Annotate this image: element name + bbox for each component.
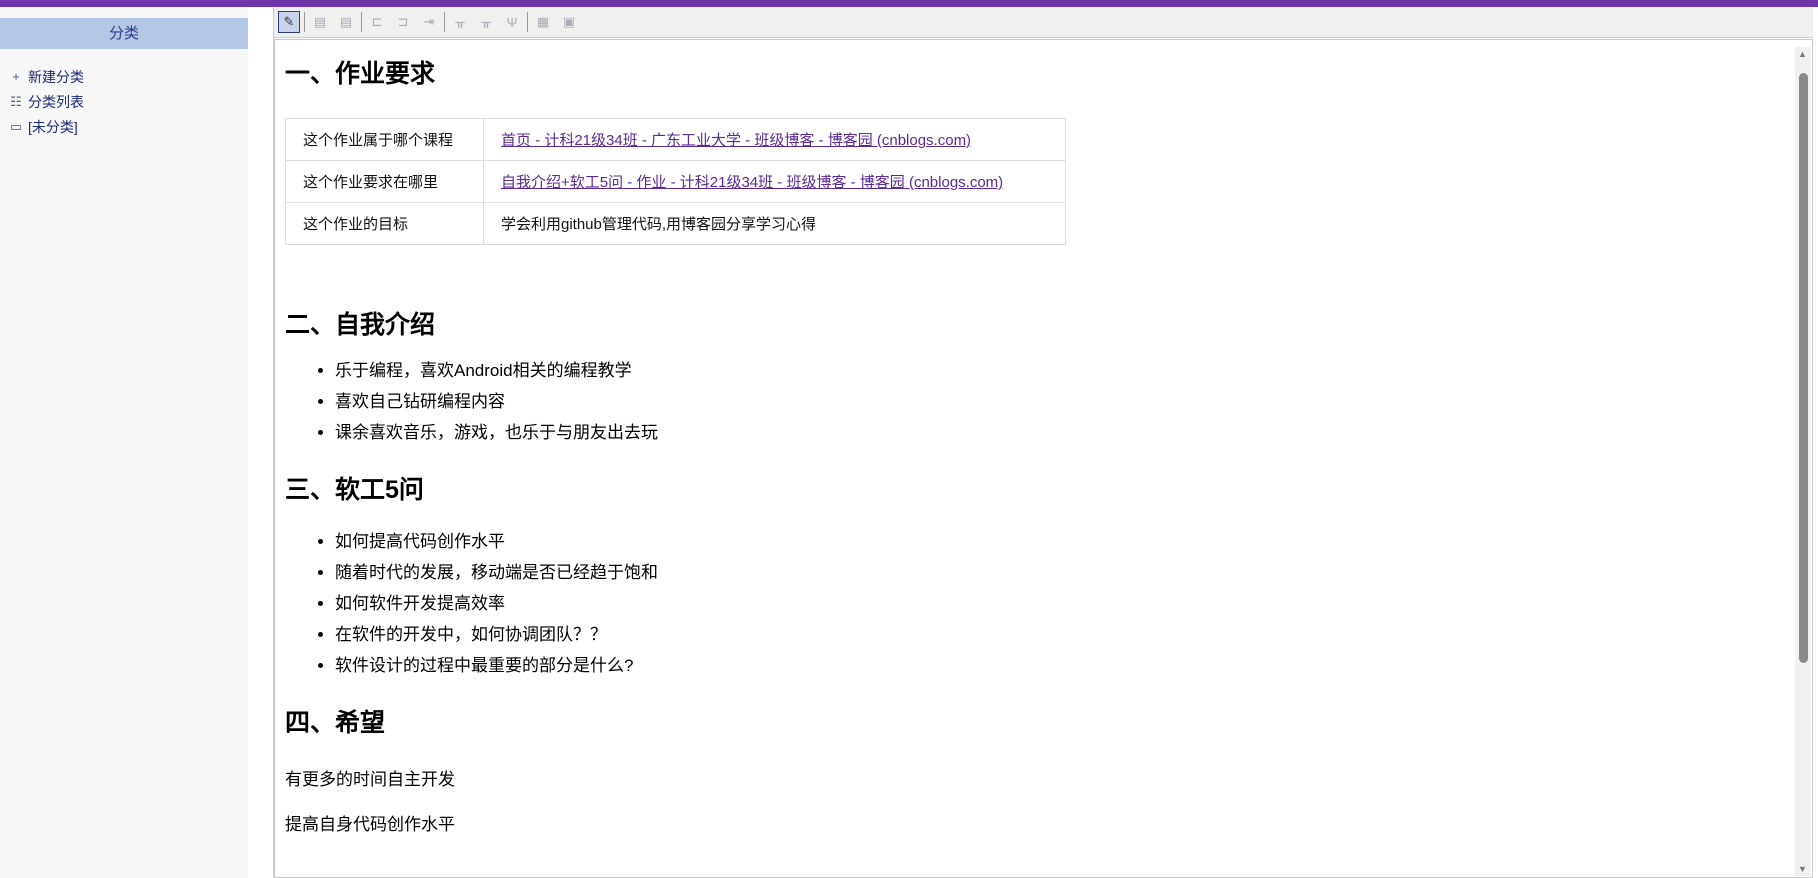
table-row: 这个作业的目标 学会利用github管理代码,用博客园分享学习心得 bbox=[285, 202, 1066, 245]
edit-table-icon[interactable]: ✎ bbox=[278, 11, 300, 33]
questions-list: 如何提高代码创作水平 随着时代的发展，移动端是否已经趋于饱和 如何软件开发提高效… bbox=[335, 526, 1802, 681]
label: 分类列表 bbox=[28, 93, 84, 110]
course-link[interactable]: 首页 - 计科21级34班 - 广东工业大学 - 班级博客 - 博客园 (cnb… bbox=[501, 132, 971, 149]
plus-icon: + bbox=[12, 69, 20, 84]
insert-col-left-icon[interactable]: ⊏ bbox=[366, 11, 388, 33]
paragraph: 有更多的时间自主开发 bbox=[285, 770, 455, 789]
assignment-link[interactable]: 自我介绍+软工5问 - 作业 - 计科21级34班 - 班级博客 - 博客园 (… bbox=[501, 174, 1003, 191]
list-item: 课余喜欢音乐，游戏，也乐于与朋友出去玩 bbox=[335, 417, 1802, 448]
sidebar: 分类 + 新建分类 ☷ 分类列表 ▭ [未分类] bbox=[0, 7, 248, 878]
uncategorized-link[interactable]: ▭ [未分类] bbox=[8, 114, 248, 139]
list-item: 喜欢自己钻研编程内容 bbox=[335, 386, 1802, 417]
separator bbox=[444, 12, 445, 32]
merge-cell-icon[interactable]: Ψ bbox=[501, 11, 523, 33]
paragraph: 提高自身代码创作水平 bbox=[285, 815, 455, 834]
row-above-icon[interactable]: ▤ bbox=[309, 11, 331, 33]
vertical-scrollbar[interactable]: ▲ ▼ bbox=[1795, 47, 1811, 876]
list-item: 在软件的开发中，如何协调团队？？ bbox=[335, 619, 1802, 650]
heading-requirements: 一、作业要求 bbox=[285, 60, 436, 88]
table-props-icon[interactable]: ▦ bbox=[532, 11, 554, 33]
cell-label: 这个作业属于哪个课程 bbox=[285, 118, 484, 161]
list-item: 如何软件开发提高效率 bbox=[335, 588, 1802, 619]
scrollbar-thumb[interactable] bbox=[1799, 73, 1808, 663]
heading-hopes: 四、希望 bbox=[285, 709, 386, 737]
heading-intro: 二、自我介绍 bbox=[285, 311, 436, 339]
label: [未分类] bbox=[28, 118, 78, 135]
cell-label: 这个作业的目标 bbox=[285, 202, 484, 245]
list-icon: ☷ bbox=[10, 93, 22, 109]
list-item: 软件设计的过程中最重要的部分是什么? bbox=[335, 650, 1802, 681]
list-item: 如何提高代码创作水平 bbox=[335, 526, 1802, 557]
editor: ✎ ▤ ▤ ⊏ ⊐ ⇥ ᚂ ᚂ Ψ ▦ ▣ 一、作业要求 这个作业属于哪个课程首… bbox=[273, 7, 1813, 878]
list-item: 乐于编程，喜欢Android相关的编程教学 bbox=[335, 355, 1802, 386]
table-row: 这个作业要求在哪里 自我介绍+软工5问 - 作业 - 计科21级34班 - 班级博… bbox=[285, 160, 1066, 203]
separator bbox=[304, 12, 305, 32]
scroll-up-icon[interactable]: ▲ bbox=[1798, 49, 1807, 59]
row-below-icon[interactable]: ▤ bbox=[335, 11, 357, 33]
delete-col-icon[interactable]: ⇥ bbox=[418, 11, 440, 33]
folder-icon: ▭ bbox=[9, 118, 23, 134]
category-list-link[interactable]: ☷ 分类列表 bbox=[8, 89, 248, 114]
new-category-link[interactable]: + 新建分类 bbox=[8, 64, 248, 89]
table-row: 这个作业属于哪个课程 首页 - 计科21级34班 - 广东工业大学 - 班级博客 … bbox=[285, 118, 1066, 161]
cell-value: 学会利用github管理代码,用博客园分享学习心得 bbox=[483, 202, 1066, 245]
table-toolbar: ✎ ▤ ▤ ⊏ ⊐ ⇥ ᚂ ᚂ Ψ ▦ ▣ bbox=[274, 7, 1813, 38]
heading-questions: 三、软工5问 bbox=[285, 476, 424, 504]
split-cell-2-icon[interactable]: ᚂ bbox=[475, 11, 497, 33]
top-accent-bar bbox=[0, 0, 1818, 7]
separator bbox=[527, 12, 528, 32]
separator bbox=[361, 12, 362, 32]
list-item: 随着时代的发展，移动端是否已经趋于饱和 bbox=[335, 557, 1802, 588]
category-header: 分类 bbox=[0, 18, 248, 49]
cell-props-icon[interactable]: ▣ bbox=[558, 11, 580, 33]
intro-list: 乐于编程，喜欢Android相关的编程教学 喜欢自己钻研编程内容 课余喜欢音乐，… bbox=[335, 355, 1802, 448]
info-table: 这个作业属于哪个课程 首页 - 计科21级34班 - 广东工业大学 - 班级博客 … bbox=[285, 118, 1066, 245]
label: 新建分类 bbox=[28, 68, 84, 85]
scroll-down-icon[interactable]: ▼ bbox=[1798, 864, 1807, 874]
cell-label: 这个作业要求在哪里 bbox=[285, 160, 484, 203]
insert-col-right-icon[interactable]: ⊐ bbox=[392, 11, 414, 33]
split-cell-icon[interactable]: ᚂ bbox=[449, 11, 471, 33]
editor-content[interactable]: 一、作业要求 这个作业属于哪个课程 首页 - 计科21级34班 - 广东工业大学 … bbox=[274, 39, 1813, 878]
